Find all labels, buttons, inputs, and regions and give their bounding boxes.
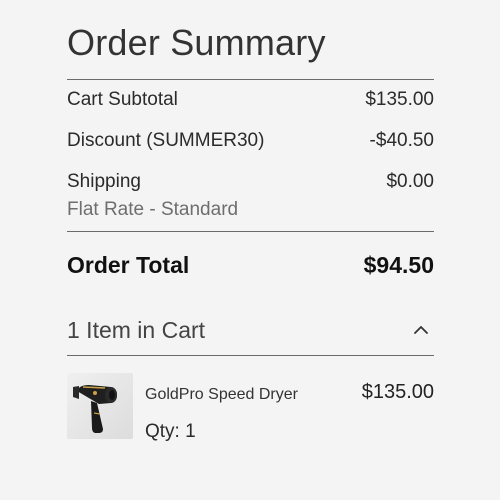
cart-subtotal-row: Cart Subtotal $135.00 <box>67 89 434 111</box>
discount-label: Discount (SUMMER30) <box>67 130 265 151</box>
hair-dryer-image <box>73 385 117 433</box>
divider <box>67 79 434 80</box>
shipping-value: $0.00 <box>386 171 434 192</box>
discount-value: -$40.50 <box>369 130 434 151</box>
shipping-label: Shipping <box>67 171 141 192</box>
product-name[interactable]: GoldPro Speed Dryer <box>145 386 298 404</box>
chevron-up-icon[interactable] <box>410 319 432 341</box>
divider <box>67 231 434 232</box>
cart-subtotal-value: $135.00 <box>365 89 434 110</box>
order-summary-panel: Order Summary Cart Subtotal $135.00 Disc… <box>67 0 434 500</box>
cart-subtotal-label: Cart Subtotal <box>67 89 178 110</box>
product-thumbnail[interactable] <box>67 373 133 439</box>
order-total-value: $94.50 <box>363 252 434 278</box>
order-total-label: Order Total <box>67 252 190 278</box>
product-price: $135.00 <box>361 381 434 403</box>
shipping-row: Shipping $0.00 <box>67 171 434 193</box>
cart-items-count: 1 Item in Cart <box>67 316 206 343</box>
divider <box>67 355 434 356</box>
shipping-method: Flat Rate - Standard <box>67 199 239 220</box>
cart-items-toggle[interactable]: 1 Item in Cart <box>67 313 434 347</box>
product-qty: Qty: 1 <box>145 421 196 442</box>
page-title: Order Summary <box>67 22 326 63</box>
discount-row: Discount (SUMMER30) -$40.50 <box>67 130 434 152</box>
order-total-row: Order Total $94.50 <box>67 252 434 279</box>
